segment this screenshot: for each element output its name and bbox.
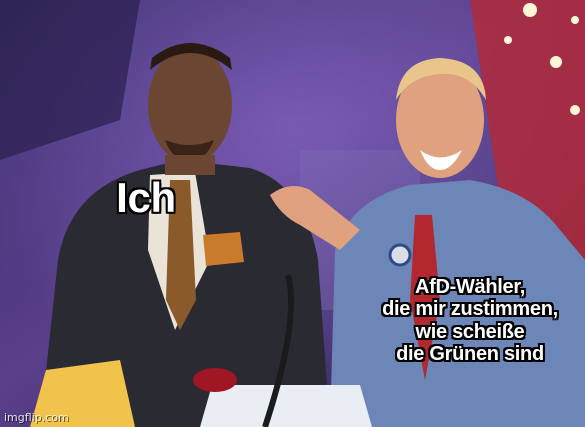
meme-image: Ich AfD-Wähler, die mir zustimmen, wie s… — [0, 0, 585, 427]
caption-right-line: die Grünen sind — [396, 343, 544, 366]
caption-right-line: AfD-Wähler, — [414, 276, 526, 298]
caption-right-line: die mir zustimmen, — [382, 298, 558, 321]
caption-left: Ich — [116, 174, 176, 221]
watermark: imgflip.com — [4, 411, 69, 424]
caption-right-line: wie scheiße — [415, 320, 525, 343]
caption-right: AfD-Wähler, die mir zustimmen, wie schei… — [352, 276, 585, 366]
